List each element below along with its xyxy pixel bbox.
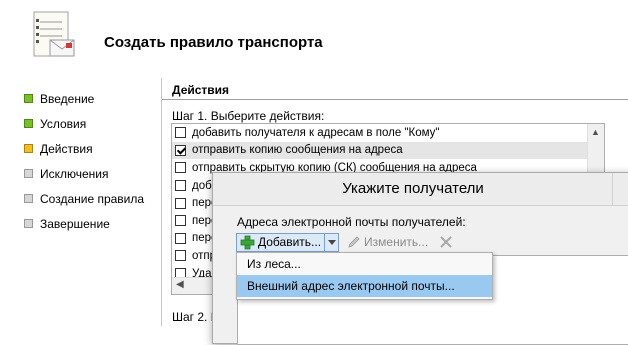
add-dropdown-menu: Из леса... Внешний адрес электронной поч… [236, 252, 493, 300]
nav-item-label: Завершение [40, 216, 110, 231]
pencil-icon [348, 236, 360, 248]
section-title: Действия [172, 83, 230, 97]
nav-item-create-rule[interactable]: Создание правила [24, 186, 164, 211]
action-checkbox[interactable] [175, 144, 186, 156]
status-current-icon [24, 144, 33, 153]
action-row[interactable]: добавить получателя к адресам в поле "Ко… [172, 124, 604, 142]
section-divider [162, 99, 628, 100]
wizard-document-icon [28, 10, 80, 68]
dialog-close-button[interactable] [612, 173, 628, 205]
edit-button[interactable]: Изменить... [347, 235, 428, 249]
recipients-toolbar: Добавить... Изменить... [236, 232, 454, 252]
status-green-icon [24, 94, 33, 103]
nav-item-exceptions[interactable]: Исключения [24, 161, 164, 186]
add-button-label: Добавить... [258, 235, 322, 249]
nav-item-introduction[interactable]: Введение [24, 86, 164, 111]
step1-label: Шаг 1. Выберите действия: [172, 109, 325, 123]
wizard-nav: Введение Условия Действия Исключения Соз… [24, 86, 164, 236]
action-checkbox[interactable] [175, 215, 186, 227]
action-checkbox[interactable] [175, 250, 186, 262]
wizard-title: Создать правило транспорта [104, 34, 323, 51]
action-row[interactable]: отправить копию сообщения на адреса [172, 141, 604, 160]
action-label: отправить копию сообщения на адреса [192, 144, 403, 157]
nav-item-label: Действия [40, 141, 93, 156]
action-checkbox[interactable] [175, 232, 186, 244]
nav-item-actions[interactable]: Действия [24, 136, 164, 161]
menu-item-external-email[interactable]: Внешний адрес электронной почты... [237, 275, 492, 297]
recipients-label: Адреса электронной почты получателей: [237, 215, 466, 229]
action-checkbox[interactable] [175, 197, 186, 209]
edit-button-label: Изменить... [364, 235, 429, 249]
scroll-up-arrow-icon[interactable]: ▲ [591, 127, 600, 137]
nav-item-label: Исключения [40, 166, 109, 181]
delete-x-icon[interactable] [438, 234, 454, 250]
action-checkbox[interactable] [175, 127, 186, 139]
status-pending-icon [24, 194, 33, 203]
chevron-down-icon [327, 239, 336, 245]
dialog-titlebar[interactable]: Укажите получатели [213, 173, 628, 206]
status-green-icon [24, 119, 33, 128]
action-checkbox[interactable] [175, 180, 186, 192]
add-dropdown-button[interactable] [325, 232, 340, 252]
plus-icon [240, 235, 255, 249]
dialog-title: Укажите получатели [342, 180, 484, 197]
nav-item-label: Условия [40, 116, 87, 131]
scroll-left-arrow-icon[interactable]: ◀ [176, 279, 184, 290]
nav-item-label: Создание правила [40, 191, 145, 206]
nav-item-label: Введение [40, 91, 95, 106]
status-pending-icon [24, 219, 33, 228]
panel-divider [161, 78, 162, 326]
action-label: добавить получателя к адресам в поле "Ко… [192, 126, 440, 139]
nav-item-completion[interactable]: Завершение [24, 211, 164, 236]
add-button[interactable]: Добавить... [236, 232, 326, 252]
nav-item-conditions[interactable]: Условия [24, 111, 164, 136]
action-checkbox[interactable] [175, 162, 186, 174]
status-pending-icon [24, 169, 33, 178]
menu-item-from-forest[interactable]: Из леса... [237, 253, 492, 275]
